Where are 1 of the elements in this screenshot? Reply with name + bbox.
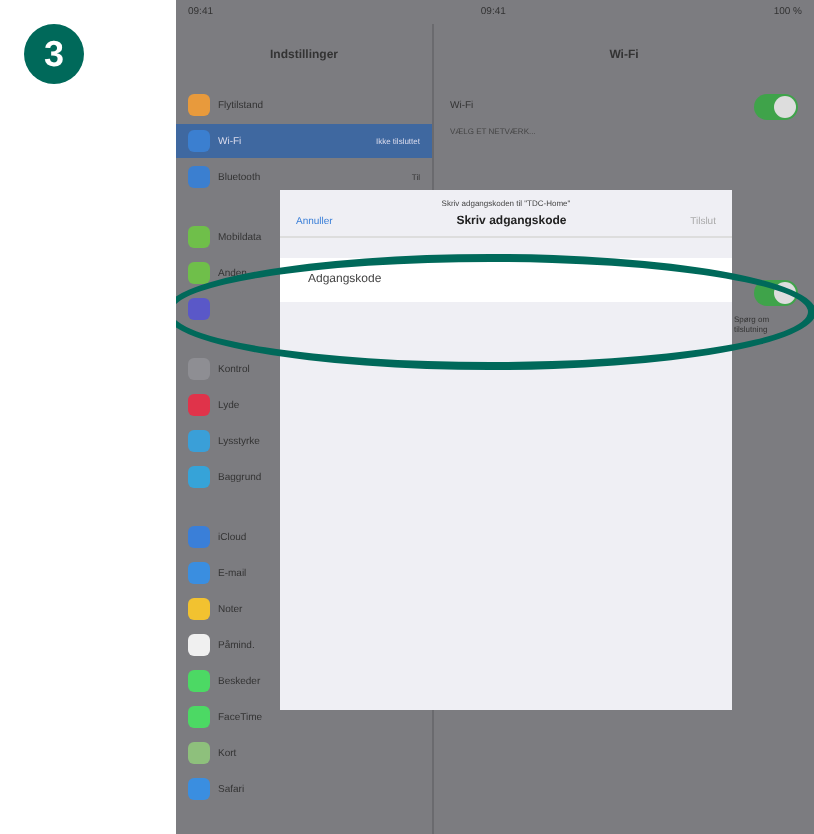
step-number: 3 [24,24,84,84]
